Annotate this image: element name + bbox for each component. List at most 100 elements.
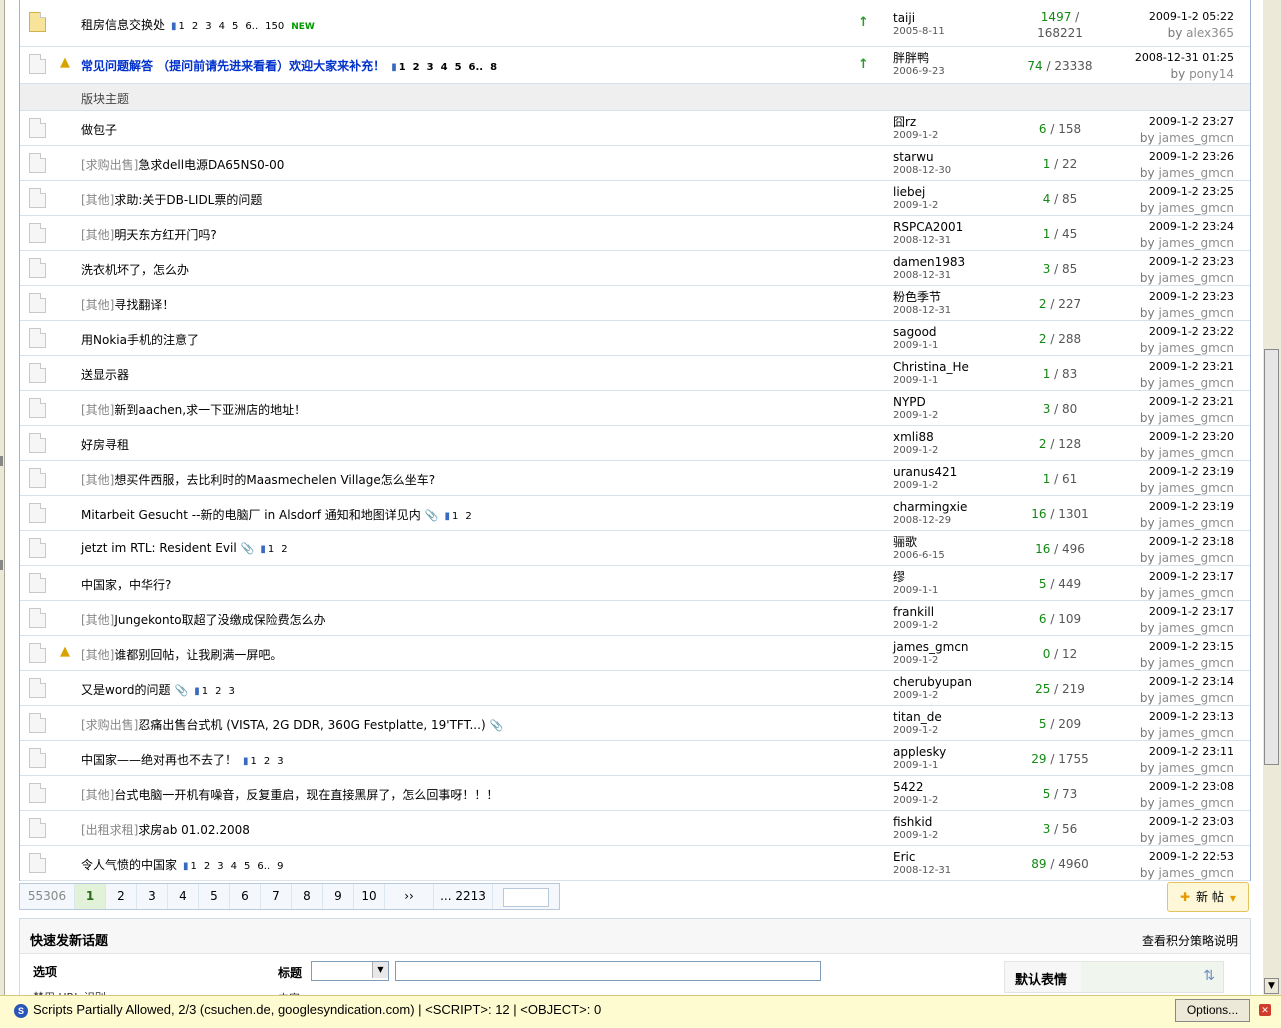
pagination-page[interactable]: 6: [230, 884, 261, 909]
topic-category[interactable]: [求购出售]: [81, 718, 138, 732]
author-link[interactable]: Eric: [893, 850, 915, 864]
topic-title-link[interactable]: 中国家，中华行?: [81, 578, 171, 592]
scroll-down-arrow[interactable]: ▼: [1264, 978, 1279, 994]
topic-page-link[interactable]: 5: [455, 62, 462, 73]
noscript-logo-icon[interactable]: S: [14, 1004, 28, 1018]
last-poster-link[interactable]: james_gmcn: [1158, 831, 1234, 845]
last-post-time[interactable]: 2009-1-2 23:11: [1149, 745, 1234, 758]
author-link[interactable]: Christina_He: [893, 360, 969, 374]
topic-title-link[interactable]: 送显示器: [81, 368, 129, 382]
last-post-time[interactable]: 2009-1-2 23:26: [1149, 150, 1234, 163]
last-post-time[interactable]: 2009-1-2 23:25: [1149, 185, 1234, 198]
author-link[interactable]: james_gmcn: [893, 640, 969, 654]
topic-type-select[interactable]: ▼: [311, 961, 389, 981]
close-icon[interactable]: ✕: [1259, 1004, 1271, 1016]
last-post-time[interactable]: 2009-1-2 23:13: [1149, 710, 1234, 723]
topic-page-link[interactable]: 2: [281, 544, 287, 555]
new-post-button[interactable]: ✚ 新 帖 ▼: [1167, 882, 1249, 912]
last-post-time[interactable]: 2009-1-2 23:17: [1149, 605, 1234, 618]
author-link[interactable]: uranus421: [893, 465, 957, 479]
last-post-time[interactable]: 2009-1-2 23:23: [1149, 290, 1234, 303]
topic-category[interactable]: [其他]: [81, 298, 114, 312]
last-poster-link[interactable]: james_gmcn: [1158, 341, 1234, 355]
last-poster-link[interactable]: james_gmcn: [1158, 796, 1234, 810]
topic-title-link[interactable]: 中国家——绝对再也不去了！: [81, 753, 237, 767]
last-post-time[interactable]: 2009-1-2 23:08: [1149, 780, 1234, 793]
pagination-page[interactable]: 2: [106, 884, 137, 909]
points-policy-link[interactable]: 查看积分策略说明: [1142, 932, 1238, 949]
author-link[interactable]: fishkid: [893, 815, 932, 829]
topic-title-link[interactable]: 好房寻租: [81, 438, 129, 452]
topic-title-link[interactable]: 又是word的问题: [81, 683, 171, 697]
topic-category[interactable]: [其他]: [81, 403, 114, 417]
subject-input[interactable]: [395, 961, 821, 981]
topic-title-link[interactable]: 做包子: [81, 123, 117, 137]
last-post-time[interactable]: 2009-1-2 23:24: [1149, 220, 1234, 233]
last-poster-link[interactable]: james_gmcn: [1158, 866, 1234, 880]
topic-title-link[interactable]: jetzt im RTL: Resident Evil: [81, 541, 237, 555]
last-poster-link[interactable]: james_gmcn: [1158, 306, 1234, 320]
topic-title-link[interactable]: 明天东方红开门吗?: [114, 228, 216, 242]
pagination-page[interactable]: 4: [168, 884, 199, 909]
pagination-page[interactable]: 10: [354, 884, 385, 909]
last-poster-link[interactable]: james_gmcn: [1158, 586, 1234, 600]
topic-page-link[interactable]: 6..: [257, 861, 270, 872]
topic-category[interactable]: [其他]: [81, 228, 114, 242]
last-poster-link[interactable]: james_gmcn: [1158, 551, 1234, 565]
last-poster-link[interactable]: james_gmcn: [1158, 516, 1234, 530]
topic-category[interactable]: [其他]: [81, 193, 114, 207]
last-post-time[interactable]: 2009-1-2 23:17: [1149, 570, 1234, 583]
pagination-page[interactable]: 3: [137, 884, 168, 909]
last-post-time[interactable]: 2009-1-2 23:19: [1149, 465, 1234, 478]
topic-page-link[interactable]: 3: [277, 756, 283, 767]
pagination-page[interactable]: 1: [75, 884, 106, 909]
swap-arrows-icon[interactable]: ⇅: [1203, 968, 1215, 984]
topic-title-link[interactable]: 令人气愤的中国家: [81, 858, 177, 872]
last-post-time[interactable]: 2008-12-31 01:25: [1135, 51, 1234, 64]
topic-page-link[interactable]: 9: [277, 861, 283, 872]
last-post-time[interactable]: 2009-1-2 23:19: [1149, 500, 1234, 513]
pagination-page[interactable]: 8: [292, 884, 323, 909]
topic-title-link[interactable]: 谁都别回帖，让我刷满一屏吧。: [114, 648, 282, 662]
topic-title-link[interactable]: 用Nokia手机的注意了: [81, 333, 199, 347]
last-poster-link[interactable]: james_gmcn: [1158, 446, 1234, 460]
topic-title-link[interactable]: Mitarbeit Gesucht --新的电脑厂 in Alsdorf 通知和…: [81, 508, 421, 522]
topic-page-link[interactable]: 1: [202, 686, 208, 697]
pagination-next[interactable]: ››: [385, 884, 434, 909]
topic-page-link[interactable]: 5: [244, 861, 250, 872]
chevron-down-icon[interactable]: ▼: [372, 962, 388, 978]
last-poster-link[interactable]: james_gmcn: [1158, 656, 1234, 670]
topic-page-link[interactable]: 5: [232, 21, 238, 32]
topic-page-link[interactable]: 2: [192, 21, 198, 32]
author-link[interactable]: xmli88: [893, 430, 934, 444]
last-poster-link[interactable]: james_gmcn: [1158, 761, 1234, 775]
author-link[interactable]: 骊歌: [893, 535, 917, 549]
topic-page-link[interactable]: 1: [452, 511, 458, 522]
topic-page-link[interactable]: 2: [465, 511, 471, 522]
author-link[interactable]: taiji: [893, 11, 915, 25]
last-post-time[interactable]: 2009-1-2 23:18: [1149, 535, 1234, 548]
topic-title-link[interactable]: 寻找翻译！: [114, 298, 174, 312]
topic-category[interactable]: [其他]: [81, 613, 114, 627]
topic-page-link[interactable]: 2: [264, 756, 270, 767]
topic-title-link[interactable]: 租房信息交换处: [81, 18, 165, 32]
topic-category[interactable]: [求购出售]: [81, 158, 138, 172]
author-link[interactable]: 粉色季节: [893, 290, 941, 304]
last-poster-link[interactable]: james_gmcn: [1158, 691, 1234, 705]
topic-title-link[interactable]: 常见问题解答 （提问前请先进来看看）欢迎大家来补充！: [81, 59, 385, 73]
author-link[interactable]: sagood: [893, 325, 937, 339]
topic-page-link[interactable]: 6..: [469, 62, 484, 73]
pagination-last[interactable]: ... 2213: [434, 884, 493, 909]
last-poster-link[interactable]: james_gmcn: [1158, 376, 1234, 390]
last-poster-link[interactable]: james_gmcn: [1158, 271, 1234, 285]
last-post-time[interactable]: 2009-1-2 23:23: [1149, 255, 1234, 268]
last-poster-link[interactable]: pony14: [1189, 67, 1234, 81]
author-link[interactable]: damen1983: [893, 255, 965, 269]
pagination-page[interactable]: 9: [323, 884, 354, 909]
author-link[interactable]: RSPCA2001: [893, 220, 963, 234]
author-link[interactable]: 5422: [893, 780, 924, 794]
last-poster-link[interactable]: james_gmcn: [1158, 481, 1234, 495]
last-poster-link[interactable]: james_gmcn: [1158, 236, 1234, 250]
topic-page-link[interactable]: 4: [219, 21, 225, 32]
author-link[interactable]: starwu: [893, 150, 934, 164]
